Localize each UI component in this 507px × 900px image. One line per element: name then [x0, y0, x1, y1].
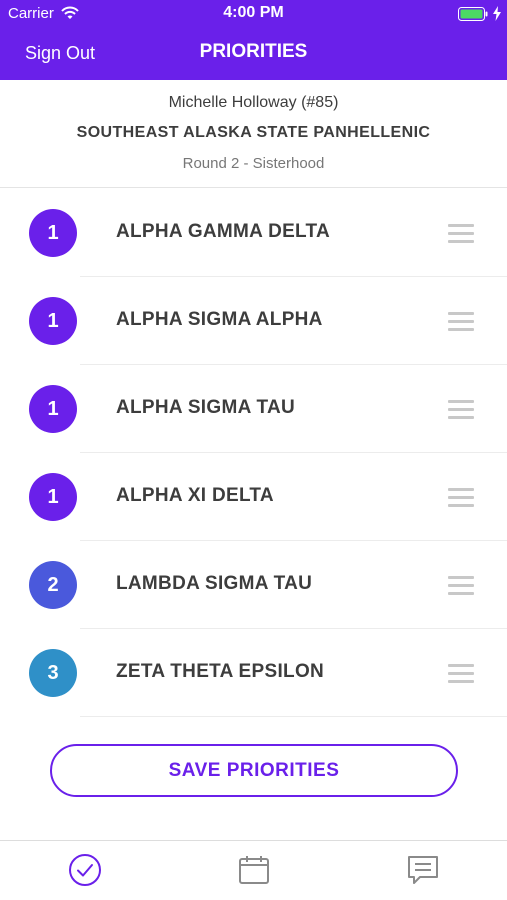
list-item[interactable]: 1 ALPHA SIGMA ALPHA	[0, 277, 507, 365]
rank-badge: 2	[29, 561, 77, 609]
status-bar: Carrier 4:00 PM	[0, 0, 507, 28]
drag-handle-icon[interactable]	[448, 488, 474, 508]
drag-handle-icon[interactable]	[448, 312, 474, 332]
priorities-list: 1 ALPHA GAMMA DELTA 1 ALPHA SIGMA ALPHA …	[0, 189, 507, 717]
list-item[interactable]: 1 ALPHA XI DELTA	[0, 453, 507, 541]
charging-bolt-icon	[493, 6, 501, 21]
chapter-name: ALPHA XI DELTA	[116, 485, 274, 506]
drag-handle-icon[interactable]	[448, 664, 474, 684]
list-item[interactable]: 1 ALPHA GAMMA DELTA	[0, 189, 507, 277]
rank-badge: 1	[29, 297, 77, 345]
checkmark-circle-icon[interactable]	[68, 853, 102, 887]
chapter-name: ALPHA SIGMA ALPHA	[116, 309, 323, 330]
page-title: PRIORITIES	[199, 41, 308, 62]
chapter-name: ALPHA GAMMA DELTA	[116, 221, 331, 242]
rank-badge: 1	[29, 385, 77, 433]
divider	[80, 716, 507, 717]
list-item[interactable]: 2 LAMBDA SIGMA TAU	[0, 541, 507, 629]
battery-icon	[458, 7, 488, 21]
calendar-icon[interactable]	[237, 853, 271, 887]
chapter-name: ZETA THETA EPSILON	[116, 661, 325, 682]
member-header: Michelle Holloway (#85) SOUTHEAST ALASKA…	[0, 80, 507, 188]
status-time: 4:00 PM	[223, 4, 284, 21]
save-priorities-button[interactable]: SAVE PRIORITIES	[50, 744, 458, 797]
tab-bar	[0, 840, 507, 900]
navigation-bar: Sign Out PRIORITIES	[0, 28, 507, 80]
drag-handle-icon[interactable]	[448, 224, 474, 244]
chapter-name: ALPHA SIGMA TAU	[116, 397, 296, 418]
list-item[interactable]: 3 ZETA THETA EPSILON	[0, 629, 507, 717]
list-item[interactable]: 1 ALPHA SIGMA TAU	[0, 365, 507, 453]
drag-handle-icon[interactable]	[448, 400, 474, 420]
member-name: Michelle Holloway (#85)	[168, 94, 339, 111]
drag-handle-icon[interactable]	[448, 576, 474, 596]
message-icon[interactable]	[406, 853, 440, 887]
chapter-name: LAMBDA SIGMA TAU	[116, 573, 313, 594]
council-name: SOUTHEAST ALASKA STATE PANHELLENIC	[76, 124, 431, 141]
rank-badge: 1	[29, 209, 77, 257]
round-label: Round 2 - Sisterhood	[182, 155, 325, 172]
rank-badge: 3	[29, 649, 77, 697]
rank-badge: 1	[29, 473, 77, 521]
